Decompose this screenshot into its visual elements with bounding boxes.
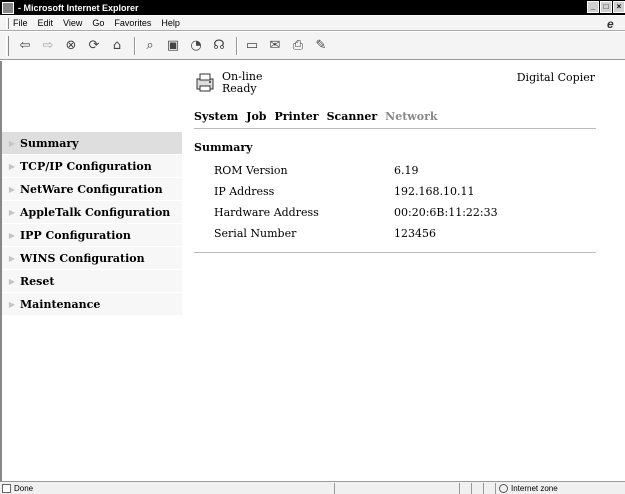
sidebar-item-ipp[interactable]: ▶ IPP Configuration (2, 223, 182, 246)
divider (194, 128, 596, 129)
sidebar-item-label: Summary (20, 136, 79, 150)
security-zone: Internet zone (495, 482, 558, 494)
divider (194, 252, 596, 253)
sidebar-item-summary[interactable]: ▶ Summary (2, 131, 182, 154)
info-value: 00:20:6B:11:22:33 (394, 206, 498, 219)
sidebar-item-label: Maintenance (20, 297, 101, 311)
sidebar-item-netware[interactable]: ▶ NetWare Configuration (2, 177, 182, 200)
info-label: IP Address (214, 185, 275, 198)
sidebar-item-label: WINS Configuration (20, 251, 145, 265)
info-label: ROM Version (214, 164, 288, 177)
stop-icon[interactable]: ⊗ (61, 36, 81, 56)
info-row: Serial Number 123456 (194, 223, 596, 244)
info-row: ROM Version 6.19 (194, 160, 596, 181)
status-pane (459, 482, 471, 494)
info-value: 6.19 (394, 164, 419, 177)
page-content: On-line Ready Digital Copier System Job … (0, 61, 625, 481)
toolbar-separator (236, 36, 238, 55)
zone-label: Internet zone (511, 483, 558, 493)
favorites-icon[interactable]: ▣ (163, 36, 183, 56)
menu-go[interactable]: Go (92, 18, 104, 28)
menu-favorites[interactable]: Favorites (114, 18, 151, 28)
info-row: Hardware Address 00:20:6B:11:22:33 (194, 202, 596, 223)
menubar-grip[interactable] (6, 17, 9, 29)
menu-file[interactable]: File (13, 18, 28, 28)
header-spacer (2, 61, 182, 126)
menu-edit[interactable]: Edit (38, 18, 54, 28)
sidebar: ▶ Summary ▶ TCP/IP Configuration ▶ NetWa… (2, 131, 182, 315)
toolbar-grip[interactable] (6, 35, 9, 56)
tab-printer[interactable]: Printer (274, 110, 318, 123)
ie-app-icon[interactable] (2, 1, 14, 14)
sidebar-item-label: NetWare Configuration (20, 182, 163, 196)
sidebar-item-appletalk[interactable]: ▶ AppleTalk Configuration (2, 200, 182, 223)
status-text: Done (14, 483, 34, 493)
window-controls: _ □ × (587, 1, 625, 13)
tab-network[interactable]: Network (385, 110, 437, 123)
status-pane (471, 482, 483, 494)
tab-system[interactable]: System (194, 110, 238, 123)
tab-scanner[interactable]: Scanner (327, 110, 378, 123)
info-value: 192.168.10.11 (394, 185, 475, 198)
sidebar-item-label: IPP Configuration (20, 228, 131, 242)
info-label: Hardware Address (214, 206, 319, 219)
triangle-right-icon: ▶ (8, 276, 16, 286)
forward-icon[interactable]: ⇨ (38, 36, 58, 56)
printer-icon (196, 73, 214, 92)
sidebar-item-tcpip[interactable]: ▶ TCP/IP Configuration (2, 154, 182, 177)
sidebar-item-maintenance[interactable]: ▶ Maintenance (2, 292, 182, 315)
fullscreen-icon[interactable]: ▭ (242, 36, 262, 56)
sidebar-item-wins[interactable]: ▶ WINS Configuration (2, 246, 182, 269)
triangle-right-icon: ▶ (8, 253, 16, 263)
toolbar-separator (134, 36, 136, 55)
triangle-right-icon: ▶ (8, 230, 16, 240)
summary-panel: Summary ROM Version 6.19 IP Address 192.… (194, 141, 596, 253)
sidebar-item-label: Reset (20, 274, 55, 288)
section-title: Summary (194, 141, 253, 154)
info-label: Serial Number (214, 227, 297, 240)
window-title: - Microsoft Internet Explorer (18, 2, 139, 13)
tab-bar: System Job Printer Scanner Network (194, 106, 446, 126)
info-row: IP Address 192.168.10.11 (194, 181, 596, 202)
tab-job[interactable]: Job (246, 110, 266, 123)
menu-help[interactable]: Help (161, 18, 180, 28)
sidebar-item-label: TCP/IP Configuration (20, 159, 152, 173)
page-icon (2, 483, 11, 493)
title-bar: - Microsoft Internet Explorer _ □ × (0, 0, 625, 15)
triangle-right-icon: ▶ (8, 138, 16, 148)
channels-icon[interactable]: ☊ (209, 36, 229, 56)
status-pane (483, 482, 495, 494)
info-value: 123456 (394, 227, 436, 240)
triangle-right-icon: ▶ (8, 184, 16, 194)
home-icon[interactable]: ⌂ (107, 36, 127, 56)
minimize-button[interactable]: _ (587, 1, 599, 13)
triangle-right-icon: ▶ (8, 299, 16, 309)
menu-bar: File Edit View Go Favorites Help e (0, 16, 625, 31)
sidebar-item-label: AppleTalk Configuration (20, 205, 171, 219)
device-status: On-line Ready (194, 71, 262, 95)
refresh-icon[interactable]: ⟳ (84, 36, 104, 56)
status-pane (334, 482, 459, 494)
edit-icon[interactable]: ✎ (311, 36, 331, 56)
back-icon[interactable]: ⇦ (15, 36, 35, 56)
search-icon[interactable]: ⌕ (140, 36, 160, 56)
ie-logo-icon: e (607, 17, 614, 31)
maximize-button[interactable]: □ (600, 1, 612, 13)
status-ready: Ready (222, 82, 257, 95)
globe-icon (499, 483, 508, 493)
device-type: Digital Copier (516, 71, 595, 84)
sidebar-item-reset[interactable]: ▶ Reset (2, 269, 182, 292)
status-bar: Done Internet zone (0, 481, 625, 494)
mail-icon[interactable]: ✉ (265, 36, 285, 56)
menu-view[interactable]: View (63, 18, 82, 28)
triangle-right-icon: ▶ (8, 161, 16, 171)
toolbar: ⇦ ⇨ ⊗ ⟳ ⌂ ⌕ ▣ ◔ ☊ ▭ ✉ ⎙ ✎ (0, 32, 625, 60)
print-icon[interactable]: ⎙ (288, 36, 308, 56)
history-icon[interactable]: ◔ (186, 36, 206, 56)
close-button[interactable]: × (613, 1, 625, 13)
triangle-right-icon: ▶ (8, 207, 16, 217)
